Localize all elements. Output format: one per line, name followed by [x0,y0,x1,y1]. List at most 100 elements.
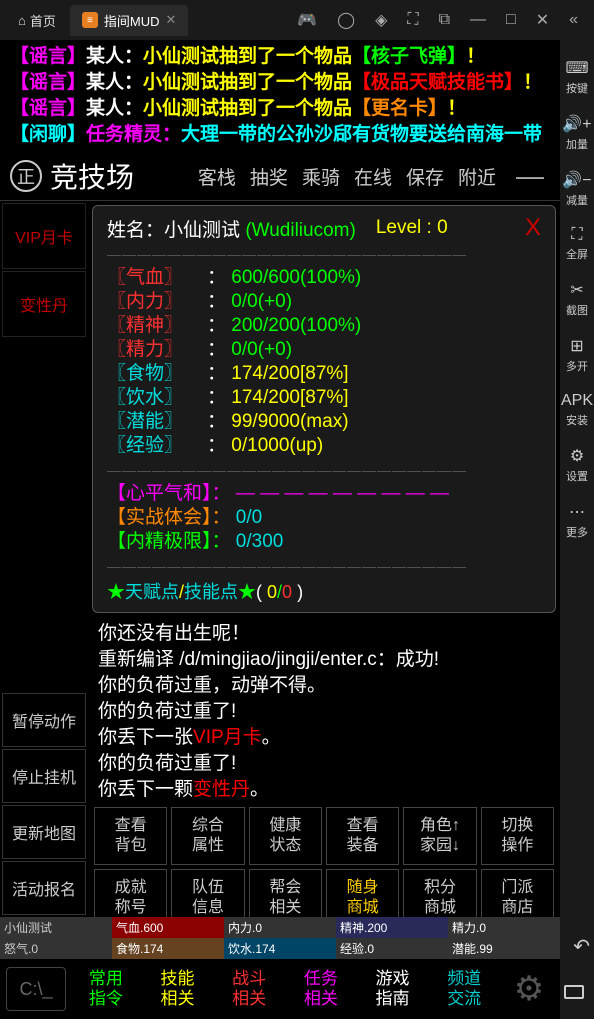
tab-label: 指间MUD [104,11,160,30]
rightbar-设置[interactable]: ⚙ 设置 [566,446,588,484]
console-button[interactable]: C:\_ [6,967,66,1011]
loc-btn-在线[interactable]: 在线 [348,163,398,190]
action-查看装备[interactable]: 查看装备 [326,807,399,865]
char-id: (Wudiliucom) [245,220,356,241]
action-健康状态[interactable]: 健康状态 [249,807,322,865]
game-line: 你丢下一颗变性丹。 [98,777,550,803]
stat-row: 〖食物〗： 174/200[87%] [107,362,541,386]
item-VIP月卡[interactable]: VIP月卡 [2,203,86,269]
rightbar-icon: ✂ [570,280,583,300]
expand-icon[interactable]: ⛶ [399,11,426,29]
rightbar-label: 减量 [566,192,588,208]
rightbar-icon: 🔊+ [562,114,591,134]
action-综合属性[interactable]: 综合属性 [171,807,244,865]
leftbtn-停止挂机[interactable]: 停止挂机 [2,749,86,803]
action-成就称号[interactable]: 成就称号 [94,869,167,917]
minimize-icon[interactable]: — [462,11,494,29]
user-icon[interactable]: ◯ [329,10,363,30]
level-label: Level : [376,217,432,238]
rightbar-icon: 🔊− [562,170,591,190]
status-cell: 精力.0 [448,917,560,938]
loc-btn-保存[interactable]: 保存 [400,163,450,190]
status-cell: 怒气.0 [0,938,112,959]
chat-line: 【谣言】某人：小仙测试抽到了一个物品【极品天赋技能书】！ [10,70,550,96]
status-cell: 食物.174 [112,938,224,959]
loc-btn-客栈[interactable]: 客栈 [192,163,242,190]
action-队伍信息[interactable]: 队伍信息 [171,869,244,917]
action-帮会相关[interactable]: 帮会相关 [249,869,322,917]
tab-close-icon[interactable]: ✕ [165,12,176,28]
bottom-频道[interactable]: 频道交流 [428,967,500,1011]
collapse-icon[interactable]: « [561,11,586,29]
home-label: 首页 [30,11,56,30]
copy-icon[interactable]: ⧉ [431,11,458,29]
action-门派商店[interactable]: 门派商店 [481,869,554,917]
stat-extra-row: 【心平气和】： — — — — — — — — — [107,482,541,506]
rightbar-label: 全屏 [566,246,588,262]
rightbar-label: 安装 [566,412,588,428]
rightbar-icon: ⌨ [565,58,588,78]
name-label: 姓名： [107,220,164,241]
app-tab[interactable]: ≡ 指间MUD ✕ [70,5,189,36]
right-sidebar: ⌨按键 🔊+加量 🔊− 减量 ⛶全屏 ✂截图 ⊞多开 APK 安装 ⚙ 设置 ⋯更多 [560,40,594,1019]
home-icon: ⌂ [18,13,26,28]
rightbar-全屏[interactable]: ⛶全屏 [566,226,588,262]
loc-btn-乘骑[interactable]: 乘骑 [296,163,346,190]
level-value: 0 [437,217,448,238]
status-cell: 潜能.99 [448,938,560,959]
bottom-任务[interactable]: 任务相关 [285,967,357,1011]
popup-close-button[interactable]: X [525,214,541,242]
bottom-游戏[interactable]: 游戏指南 [357,967,429,1011]
gamepad-icon[interactable]: 🎮 [289,10,325,30]
rightbar-按键[interactable]: ⌨按键 [565,58,588,96]
leftbtn-更新地图[interactable]: 更新地图 [2,805,86,859]
bottom-常用[interactable]: 常用指令 [70,967,142,1011]
main-area: 【谣言】某人：小仙测试抽到了一个物品【核子飞弹】！【谣言】某人：小仙测试抽到了一… [0,40,560,1019]
location-name: 竞技场 [50,156,184,196]
rightbar-label: 多开 [566,358,588,374]
gear-icon[interactable]: ⚙ [504,969,554,1009]
loc-btn-抽奖[interactable]: 抽奖 [244,163,294,190]
rightbar-截图[interactable]: ✂截图 [566,280,588,318]
rightbar-label: 更多 [566,524,588,540]
game-line: 你丢下一张VIP月卡。 [98,725,550,751]
rightbar-icon: APK [561,392,593,410]
bell-icon[interactable]: ◈ [367,10,395,30]
rightbar-icon: ⚙ [570,446,584,466]
game-line: 重新编译 /d/mingjiao/jingji/enter.c：成功! [98,647,550,673]
action-积分商城[interactable]: 积分商城 [403,869,476,917]
stat-row: 〖经验〗： 0/1000(up) [107,434,541,458]
maximize-icon[interactable]: □ [498,11,524,29]
leftbtn-暂停动作[interactable]: 暂停动作 [2,693,86,747]
close-icon[interactable]: ✕ [528,10,557,30]
action-角色↑家园↓[interactable]: 角色↑家园↓ [403,807,476,865]
game-area: 姓名：小仙测试 (Wudiliucom) Level : 0 X ———————… [88,201,560,917]
loc-btn-附近[interactable]: 附近 [452,163,502,190]
rightbar-label: 设置 [566,468,588,484]
home-button[interactable]: ⌂ 首页 [8,11,66,30]
stat-extra-row: 【实战体会】： 0/0 [107,506,541,530]
home-rect-icon[interactable] [564,985,584,999]
talent-points: ★天赋点/技能点★( 0/0 ) [107,578,541,604]
game-line: 你的负荷过重了! [98,699,550,725]
rightbar-多开[interactable]: ⊞多开 [566,336,588,374]
stat-extra-row: 【内精极限】： 0/300 [107,530,541,554]
bottom-bar: C:\_ 常用指令技能相关战斗相关任务相关游戏指南频道交流 ⚙ [0,959,560,1019]
back-arrow-icon[interactable]: ↶ [573,934,590,959]
stat-row: 〖潜能〗： 99/9000(max) [107,410,541,434]
chat-log: 【谣言】某人：小仙测试抽到了一个物品【核子飞弹】！【谣言】某人：小仙测试抽到了一… [0,40,560,152]
stat-row: 〖气血〗： 600/600(100%) [107,266,541,290]
chat-line: 【闲聊】任务精灵：大理一带的公孙沙郈有货物要送给南海一带 [10,122,550,148]
bottom-技能[interactable]: 技能相关 [142,967,214,1011]
leftbtn-活动报名[interactable]: 活动报名 [2,861,86,915]
rightbar-更多[interactable]: ⋯更多 [566,502,588,540]
location-collapse[interactable]: — [510,160,550,192]
action-切换操作[interactable]: 切换操作 [481,807,554,865]
bottom-战斗[interactable]: 战斗相关 [213,967,285,1011]
action-查看背包[interactable]: 查看背包 [94,807,167,865]
rightbar-安装[interactable]: APK 安装 [561,392,593,428]
item-变性丹[interactable]: 变性丹 [2,271,86,337]
rightbar-加量[interactable]: 🔊+加量 [562,114,591,152]
action-随身商城[interactable]: 随身商城 [326,869,399,917]
rightbar-减量[interactable]: 🔊− 减量 [562,170,591,208]
